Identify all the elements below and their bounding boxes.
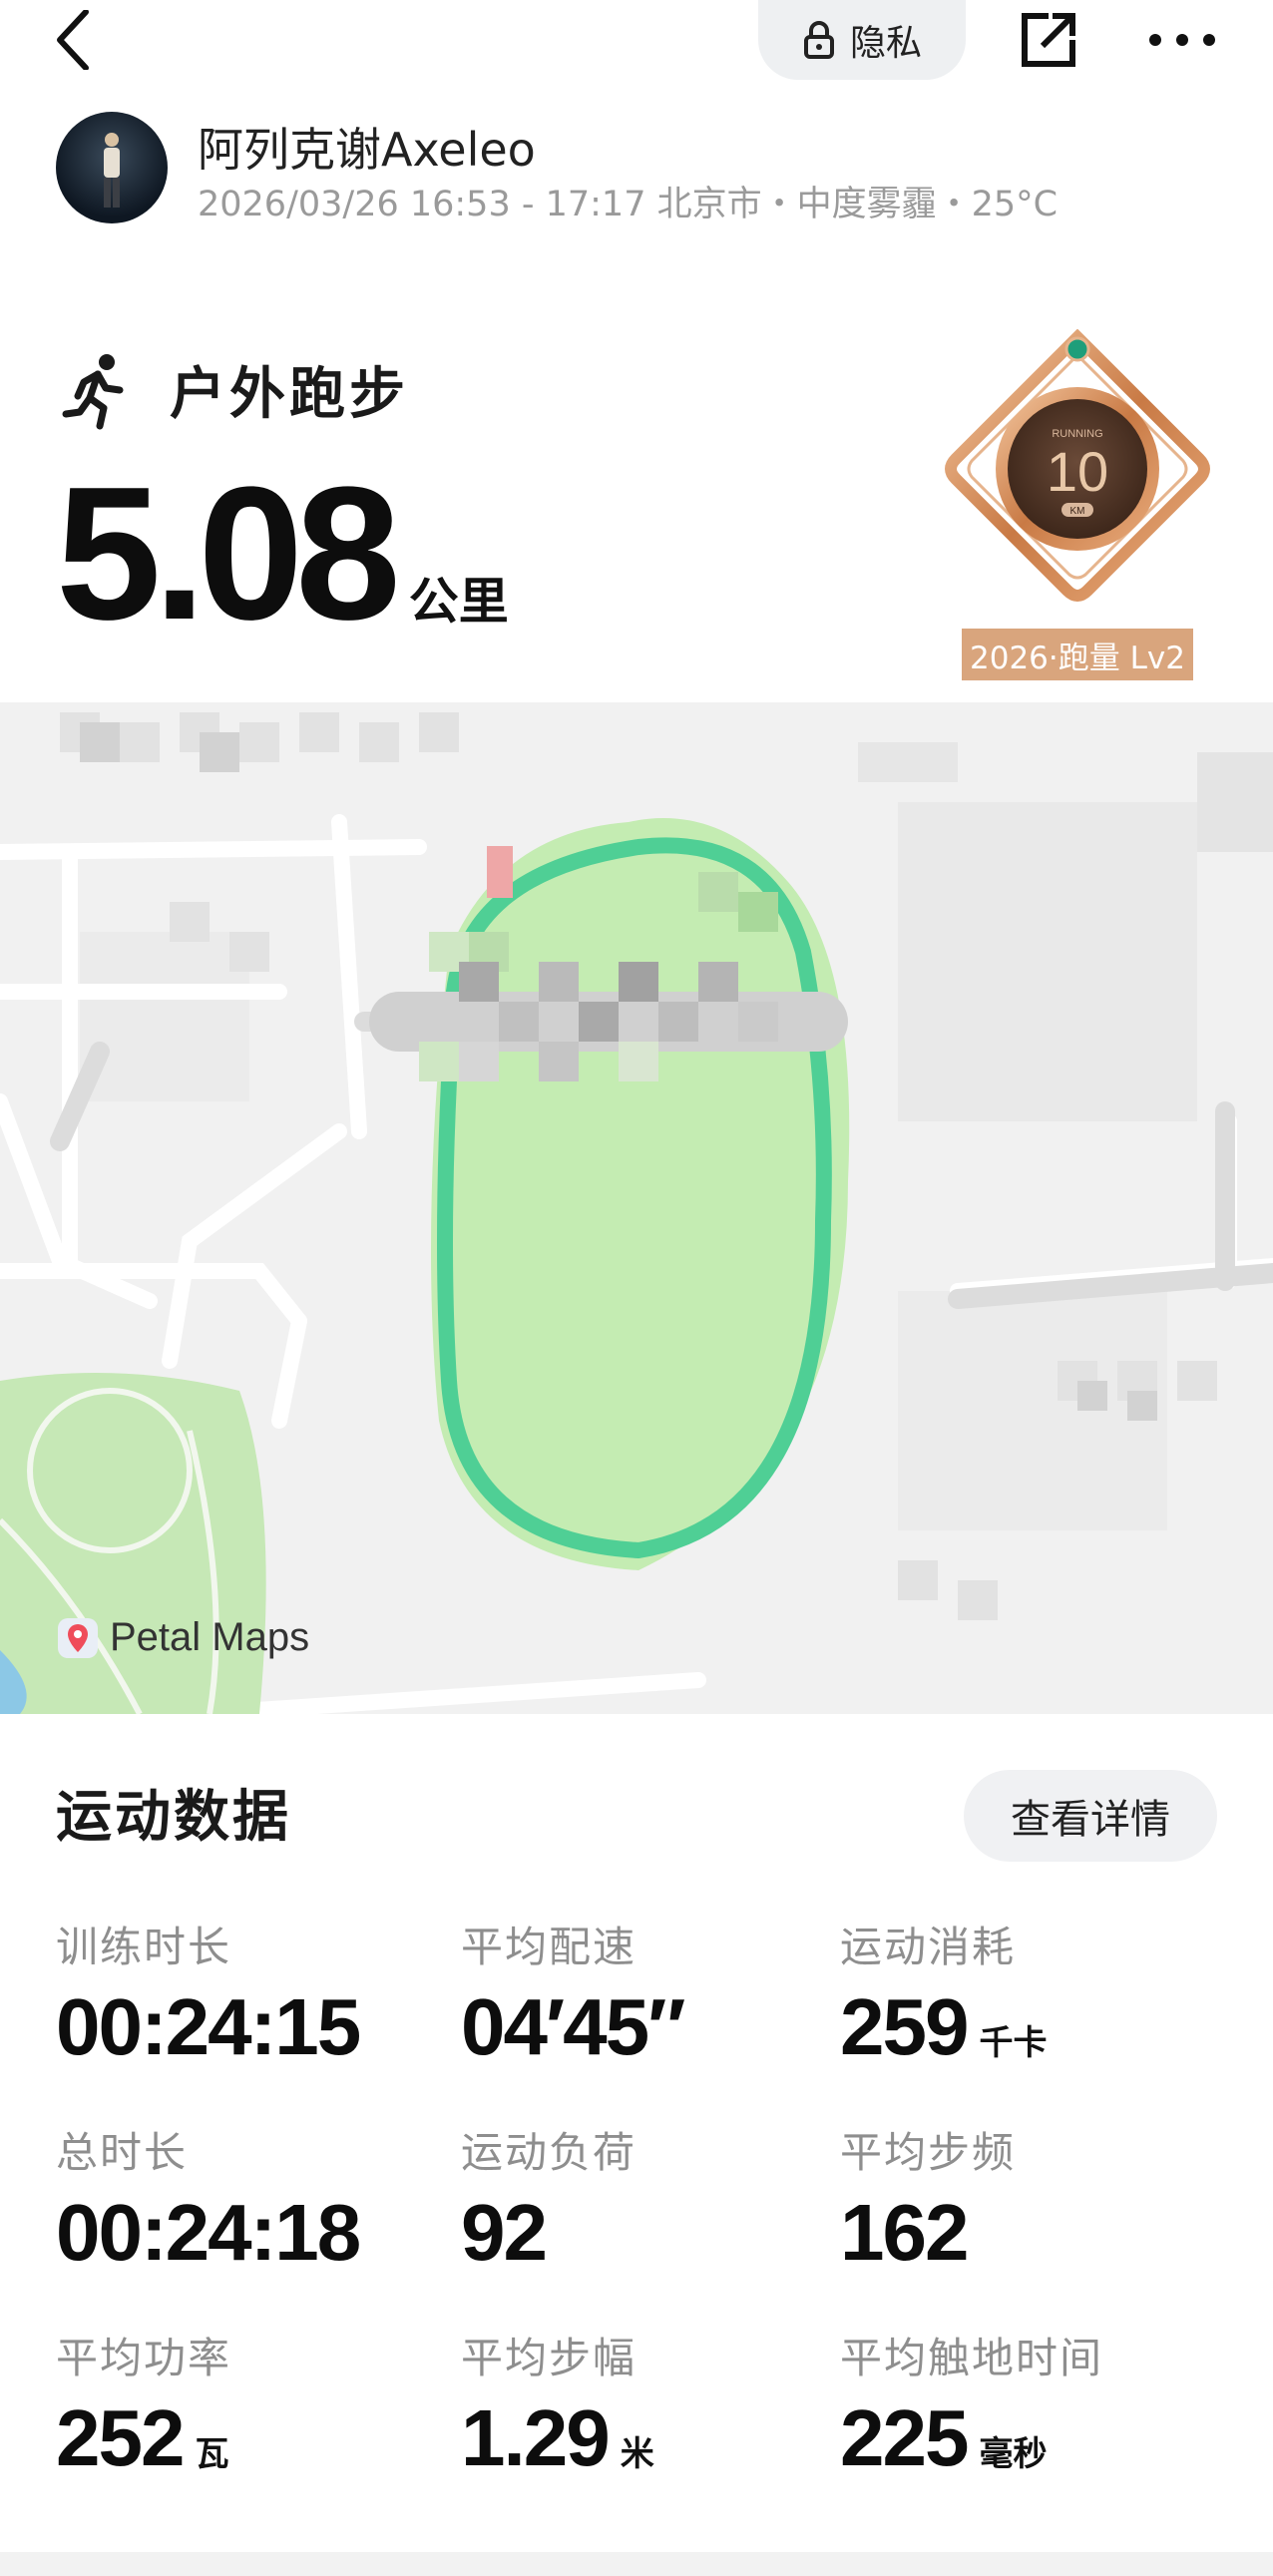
stat-avg-pace: 平均配速 04′45″: [461, 1914, 840, 2113]
stat-label: 训练时长: [56, 1923, 232, 1971]
stat-avg-stride: 平均步幅 1.29 米: [461, 2325, 840, 2524]
distance-unit: 公里: [408, 573, 509, 631]
chevron-left-icon: [57, 10, 89, 70]
stat-unit: 米: [620, 2434, 654, 2474]
avatar-figure-icon: [104, 133, 120, 208]
stat-label: 平均步频: [840, 2128, 1017, 2177]
medal-label: 2026·跑量 Lv2: [962, 629, 1193, 680]
map-brand-label: Petal Maps: [110, 1615, 310, 1659]
distance-value: 5.08: [56, 448, 401, 659]
back-button[interactable]: [52, 0, 122, 80]
stat-label: 平均功率: [56, 2334, 232, 2382]
stat-label: 运动消耗: [840, 1923, 1017, 1971]
stat-value: 252: [56, 2393, 185, 2482]
stat-calories: 运动消耗 259 千卡: [840, 1914, 1219, 2113]
medal-face-number: 10: [1047, 440, 1108, 503]
stat-value: 225: [840, 2393, 969, 2482]
share-button[interactable]: [1014, 0, 1083, 80]
stat-unit: 瓦: [195, 2434, 229, 2474]
map-attribution: Petal Maps: [56, 1615, 309, 1660]
top-bar: 隐私: [0, 0, 1273, 90]
stat-unit: 毫秒: [979, 2434, 1048, 2474]
medal-face-unit: KM: [1070, 506, 1085, 517]
workout-stats: 运动数据 查看详情 训练时长 00:24:15 平均配速 04′45″ 运动消耗…: [0, 1714, 1273, 2552]
running-icon: [62, 354, 124, 430]
map-pin-icon: [58, 1617, 98, 1658]
privacy-button[interactable]: 隐私: [758, 0, 966, 80]
view-details-button[interactable]: 查看详情: [964, 1770, 1217, 1862]
bottom-divider: [0, 2552, 1273, 2576]
stat-value: 259: [840, 1982, 969, 2071]
stat-label: 平均触地时间: [840, 2334, 1104, 2382]
stat-training-duration: 训练时长 00:24:15: [56, 1914, 435, 2113]
user-info: 阿列克谢Axeleo 2026/03/26 16:53 - 17:17 北京市・…: [56, 112, 1233, 226]
share-icon: [1022, 13, 1075, 67]
stat-ground-contact-time: 平均触地时间 225 毫秒: [840, 2325, 1219, 2524]
route-map[interactable]: Petal Maps: [0, 702, 1273, 1714]
activity-meta: 2026/03/26 16:53 - 17:17 北京市・中度雾霾・25°C: [198, 185, 1059, 224]
avatar[interactable]: [56, 112, 168, 223]
stat-value: 92: [461, 2188, 548, 2277]
stat-unit: 千卡: [979, 2023, 1048, 2063]
stat-value: 162: [840, 2188, 969, 2277]
more-dots-icon: [1149, 34, 1215, 46]
distance-display: 5.08 公里: [56, 459, 509, 648]
stat-label: 平均步幅: [461, 2334, 637, 2382]
user-name[interactable]: 阿列克谢Axeleo: [198, 114, 536, 180]
more-button[interactable]: [1137, 0, 1227, 80]
stat-label: 运动负荷: [461, 2128, 637, 2177]
medal-face-top: RUNNING: [1052, 428, 1102, 440]
stat-total-duration: 总时长 00:24:18: [56, 2119, 435, 2319]
medal-badge[interactable]: RUNNING 10 KM: [938, 328, 1217, 619]
stat-label: 总时长: [56, 2128, 189, 2177]
stat-value: 00:24:18: [56, 2188, 361, 2277]
lock-icon: [802, 20, 838, 60]
stats-title: 运动数据: [56, 1785, 291, 1850]
map-canvas: [0, 702, 1273, 1714]
stat-avg-power: 平均功率 252 瓦: [56, 2325, 435, 2524]
privacy-label: 隐私: [849, 23, 922, 64]
stat-avg-cadence: 平均步频 162: [840, 2119, 1219, 2319]
stat-label: 平均配速: [461, 1923, 637, 1971]
stat-training-load: 运动负荷 92: [461, 2119, 840, 2319]
stat-value: 1.29: [461, 2393, 611, 2482]
stat-value: 00:24:15: [56, 1982, 361, 2071]
medal-icon: RUNNING 10 KM: [945, 328, 1210, 602]
stat-value: 04′45″: [461, 1982, 685, 2071]
activity-type: 户外跑步: [170, 362, 409, 427]
